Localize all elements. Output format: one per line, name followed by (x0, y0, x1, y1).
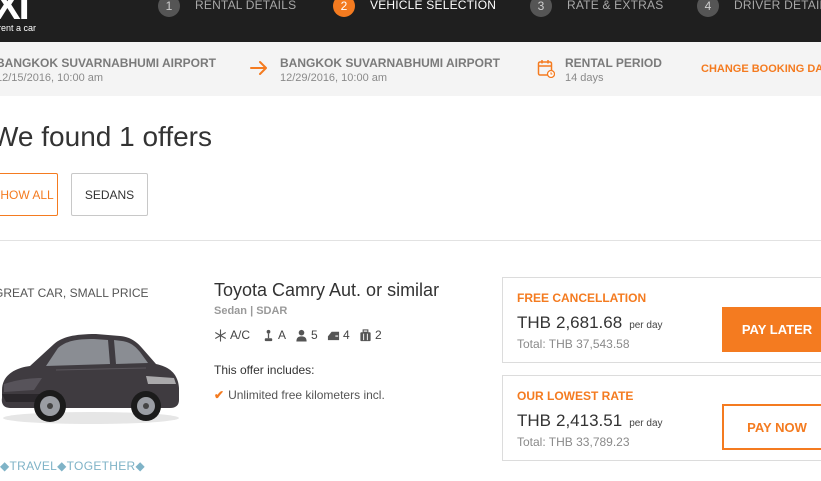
rate-amount: 2,413.51 (556, 411, 623, 430)
page: XI rent a car 1 RENTAL DETAILS 2 VEHICLE… (0, 0, 821, 481)
feature-doors: 4 (327, 328, 350, 342)
pickup-name: BANGKOK SUVARNABHUMI AIRPORT (0, 56, 216, 70)
rental-period-value: 14 days (565, 72, 604, 84)
step-number: 1 (158, 0, 180, 17)
rate-currency: THB (517, 313, 551, 332)
rental-period-label: RENTAL PERIOD (565, 56, 662, 70)
car-image (1, 334, 179, 424)
step-number: 3 (530, 0, 552, 17)
pickup-location: BANGKOK SUVARNABHUMI AIRPORT 12/15/2016,… (0, 56, 216, 84)
dropoff-date: 12/29/2016, 10:00 am (280, 72, 388, 84)
rate-amount: 2,681.68 (556, 313, 623, 332)
offer-include-item: ✔ Unlimited free kilometers incl. (214, 388, 385, 402)
watermark: ◆TRAVEL◆TOGETHER◆ (0, 459, 146, 473)
section-divider (0, 240, 821, 241)
rate-total: Total: THB 37,543.58 (517, 337, 630, 351)
door-icon (327, 331, 340, 340)
check-icon: ✔ (214, 388, 225, 402)
rate-option-lowest-rate: OUR LOWEST RATE THB 2,413.51 per day Tot… (502, 375, 821, 461)
feature-luggage: 2 (359, 328, 382, 342)
logo-subtitle: rent a car (0, 23, 37, 33)
dropoff-name: BANGKOK SUVARNABHUMI AIRPORT (280, 56, 500, 70)
feature-transmission-value: A (278, 328, 287, 342)
snowflake-icon (215, 328, 226, 342)
calendar-icon (537, 60, 555, 78)
dropoff-location: BANGKOK SUVARNABHUMI AIRPORT 12/29/2016,… (280, 56, 500, 84)
rate-per-day: per day (629, 320, 663, 331)
filter-sedans[interactable]: SEDANS (71, 173, 148, 216)
step-number: 4 (697, 0, 719, 17)
person-icon (296, 329, 307, 342)
rate-price: THB 2,681.68 per day (517, 313, 663, 333)
feature-ac: A/C (214, 328, 250, 342)
luggage-icon (360, 328, 371, 341)
car-class: Sedan | SDAR (214, 305, 288, 317)
change-booking-dates-link[interactable]: CHANGE BOOKING DATES (701, 63, 821, 75)
top-nav-bar: XI rent a car 1 RENTAL DETAILS 2 VEHICLE… (0, 0, 821, 42)
brand-logo[interactable]: XI rent a car (0, 0, 60, 38)
feature-luggage-value: 2 (375, 328, 382, 342)
pay-later-button[interactable]: PAY LATER (722, 307, 821, 352)
filter-show-all[interactable]: SHOW ALL (0, 173, 58, 216)
feature-ac-value: A/C (230, 328, 251, 342)
rate-currency: THB (517, 411, 551, 430)
offer-include-text: Unlimited free kilometers incl. (228, 388, 385, 402)
feature-seats: 5 (295, 328, 318, 342)
pickup-date: 12/15/2016, 10:00 am (0, 72, 104, 84)
step-label: RATE & EXTRAS (567, 0, 664, 12)
arrow-right-icon (250, 61, 267, 75)
feature-seats-value: 5 (311, 328, 318, 342)
step-number: 2 (333, 0, 355, 17)
offer-tagline: GREAT CAR, SMALL PRICE (0, 286, 149, 300)
rate-per-day: per day (629, 418, 663, 429)
step-label: VEHICLE SELECTION (370, 0, 497, 12)
car-title: Toyota Camry Aut. or similar (214, 280, 440, 300)
offer-includes-label: This offer includes: (214, 363, 315, 377)
rate-price: THB 2,413.51 per day (517, 411, 663, 431)
rate-name: OUR LOWEST RATE (517, 389, 634, 403)
rental-period: RENTAL PERIOD 14 days (565, 56, 662, 84)
gearshift-icon (264, 329, 273, 341)
step-label: RENTAL DETAILS (195, 0, 297, 12)
step-label: DRIVER DETAILS (734, 0, 821, 12)
feature-doors-value: 4 (343, 328, 350, 342)
rate-total: Total: THB 33,789.23 (517, 435, 630, 449)
feature-transmission: A (262, 328, 286, 342)
offers-heading: We found 1 offers (0, 121, 212, 152)
rate-name: FREE CANCELLATION (517, 291, 647, 305)
rate-option-free-cancellation: FREE CANCELLATION THB 2,681.68 per day T… (502, 277, 821, 363)
pay-now-button[interactable]: PAY NOW (722, 404, 821, 450)
booking-summary-bar: BANGKOK SUVARNABHUMI AIRPORT 12/15/2016,… (0, 42, 821, 96)
